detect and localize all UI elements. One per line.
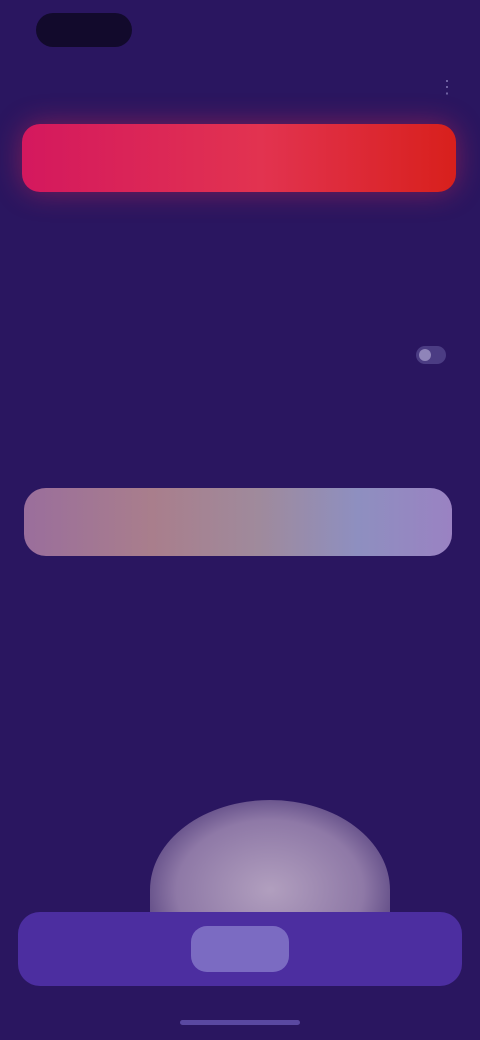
header: ⋮ bbox=[0, 66, 480, 110]
settings-row-2-toggle[interactable] bbox=[416, 346, 446, 364]
gradient-card[interactable] bbox=[24, 488, 452, 556]
home-indicator bbox=[180, 1020, 300, 1025]
primary-action-button[interactable] bbox=[22, 124, 456, 192]
nav-center-button[interactable] bbox=[191, 926, 289, 972]
status-time bbox=[36, 13, 132, 47]
bottom-nav bbox=[18, 912, 462, 986]
settings-row-2[interactable] bbox=[36, 346, 446, 364]
status-bar bbox=[0, 0, 480, 60]
more-icon[interactable]: ⋮ bbox=[436, 76, 458, 98]
